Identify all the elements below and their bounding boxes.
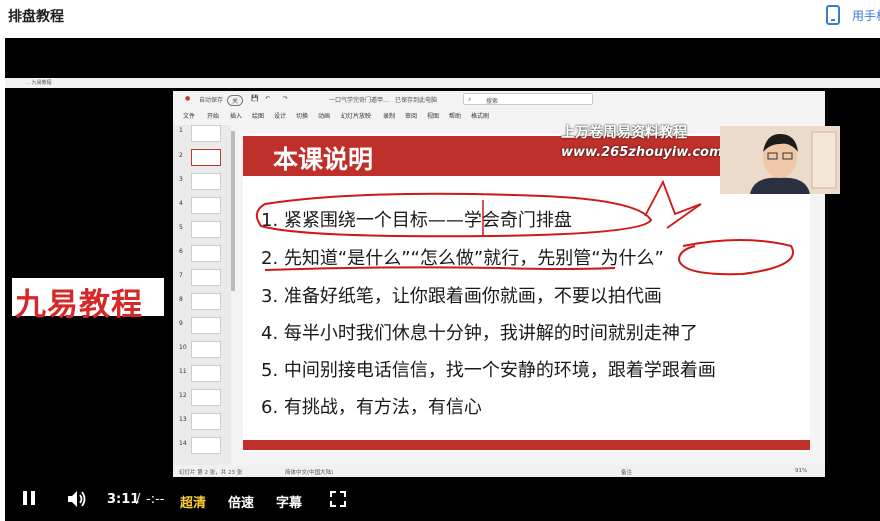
menu-item: 插入 xyxy=(230,113,243,120)
menu-item: 绘图 xyxy=(252,113,265,120)
notes-label: 备注 xyxy=(621,470,633,476)
thumb-number: 8 xyxy=(179,296,183,303)
slide-thumb xyxy=(191,269,221,286)
thumb-number: 1 xyxy=(179,127,183,134)
thumb-number: 6 xyxy=(179,248,183,255)
url-watermark: www.265zhouyiw.com xyxy=(561,145,723,160)
slide-thumb xyxy=(191,389,221,406)
slide-thumb xyxy=(191,437,221,454)
slide-line-1: 1. 紧紧围绕一个目标——学会奇门排盘 xyxy=(261,210,572,231)
window-tab-text: … 九易教程 xyxy=(25,80,52,86)
menu-item: 视图 xyxy=(427,113,440,120)
thumb-number: 12 xyxy=(179,392,187,399)
language-status: 简体中文(中国大陆) xyxy=(285,470,334,476)
name-watermark: 上万卷周易资料教程 xyxy=(561,125,687,141)
slide-thumb xyxy=(191,317,221,334)
slide-counter: 幻灯片 第 2 张，共 23 张 xyxy=(179,470,243,476)
menu-item: 录制 xyxy=(383,113,396,120)
recorded-window-tab: … 九易教程 xyxy=(5,78,880,88)
page-title: 排盘教程 xyxy=(8,9,64,25)
volume-icon xyxy=(68,491,86,507)
zoom-level: 91% xyxy=(795,468,808,474)
menu-item: 动画 xyxy=(318,113,331,120)
slide-thumb xyxy=(191,221,221,238)
video-player[interactable]: … 九易教程 ● 自动保存 关 💾 ↶ ↷ 一口气学完奇门遁甲… 已保存到此电脑… xyxy=(5,38,880,521)
slide-bottom-band xyxy=(243,440,810,450)
slide-thumb-active xyxy=(191,149,221,166)
brand-watermark-text: 九易教程 xyxy=(15,287,143,323)
save-state: 已保存到此电脑 xyxy=(395,97,438,104)
menu-item: 开始 xyxy=(207,113,220,120)
slide-line-3: 3. 准备好纸笔，让你跟着画你就画，不要以拍代画 xyxy=(261,286,662,307)
menu-item: 切换 xyxy=(296,113,309,120)
ppt-logo-icon: ● xyxy=(185,95,191,102)
save-icon: 💾 xyxy=(251,95,259,102)
fullscreen-button[interactable] xyxy=(330,491,346,511)
thumbnail-scrollbar xyxy=(231,131,235,291)
speed-button[interactable]: 倍速 xyxy=(228,492,254,511)
thumb-number: 5 xyxy=(179,224,183,231)
menu-item: 帮助 xyxy=(449,113,462,120)
autosave-label: 自动保存 xyxy=(199,97,224,104)
thumb-number: 9 xyxy=(179,320,183,327)
subtitles-button[interactable]: 字幕 xyxy=(276,492,302,511)
pause-button[interactable] xyxy=(22,490,36,510)
thumb-number: 4 xyxy=(179,200,183,207)
thumb-number: 11 xyxy=(179,368,187,375)
thumb-number: 14 xyxy=(179,440,187,447)
volume-button[interactable] xyxy=(67,490,87,512)
pause-icon xyxy=(23,491,35,505)
page-header: 排盘教程 用手机 xyxy=(0,0,880,32)
menu-item: 审阅 xyxy=(405,113,418,120)
slide-line-6: 6. 有挑战，有方法，有信心 xyxy=(261,397,482,418)
mobile-link[interactable]: 用手机 xyxy=(852,7,880,24)
ppt-search-placeholder: 搜索 xyxy=(486,98,499,105)
undo-icon: ↶ xyxy=(265,95,271,102)
thumb-number: 3 xyxy=(179,176,183,183)
slide-thumb xyxy=(191,365,221,382)
ppt-statusbar: 幻灯片 第 2 张，共 23 张 简体中文(中国大陆) 备注 91% xyxy=(173,465,825,477)
thumb-number: 7 xyxy=(179,272,183,279)
slide-thumbnails: 1 2 3 4 5 6 7 8 9 10 11 12 13 14 xyxy=(173,125,231,465)
fullscreen-icon xyxy=(330,491,346,507)
quality-button[interactable]: 超清 xyxy=(180,492,206,511)
slide-title: 本课说明 xyxy=(273,145,374,174)
slide-thumb xyxy=(191,173,221,190)
phone-icon[interactable] xyxy=(826,5,840,25)
doc-name: 一口气学完奇门遁甲… xyxy=(329,97,390,104)
slide-line-5: 5. 中间别接电话信信，找一个安静的环境，跟着学跟着画 xyxy=(261,360,716,381)
thumb-number: 2 xyxy=(179,152,183,159)
menu-item: 文件 xyxy=(183,113,196,120)
time-separator: / xyxy=(136,492,141,507)
slide-thumb xyxy=(191,293,221,310)
ppt-titlebar: ● 自动保存 关 💾 ↶ ↷ 一口气学完奇门遁甲… 已保存到此电脑 ⌕ 搜索 xyxy=(173,91,825,107)
slide-thumb xyxy=(191,341,221,358)
thumb-number: 10 xyxy=(179,344,187,351)
slide-line-2: 2. 先知道“是什么”“怎么做”就行，先别管“为什么” xyxy=(261,248,664,269)
duration: -:-- xyxy=(146,492,165,507)
slide-thumb xyxy=(191,245,221,262)
player-control-bar: 3:11 / -:-- 超清 倍速 字幕 xyxy=(5,480,880,521)
menu-item: 幻灯片放映 xyxy=(341,113,372,120)
brand-watermark: 九易教程 xyxy=(12,278,164,323)
ppt-search-box: ⌕ 搜索 xyxy=(463,93,593,105)
autosave-toggle: 关 xyxy=(227,95,244,106)
menu-item: 设计 xyxy=(274,113,287,120)
search-icon: ⌕ xyxy=(468,96,472,103)
slide-thumb xyxy=(191,413,221,430)
redo-icon: ↷ xyxy=(283,95,289,102)
ppt-ribbon-menu: 文件 开始 插入 绘图 设计 切换 动画 幻灯片放映 录制 审阅 视图 帮助 格… xyxy=(173,109,825,121)
presenter-webcam xyxy=(720,126,840,194)
slide-line-4: 4. 每半小时我们休息十分钟，我讲解的时间就别走神了 xyxy=(261,323,698,344)
presenter-figure-icon xyxy=(720,126,840,194)
slide-thumb xyxy=(191,197,221,214)
menu-item: 格式刷 xyxy=(471,113,490,120)
current-time: 3:11 xyxy=(107,492,140,507)
thumb-number: 13 xyxy=(179,416,187,423)
slide-thumb xyxy=(191,125,221,142)
